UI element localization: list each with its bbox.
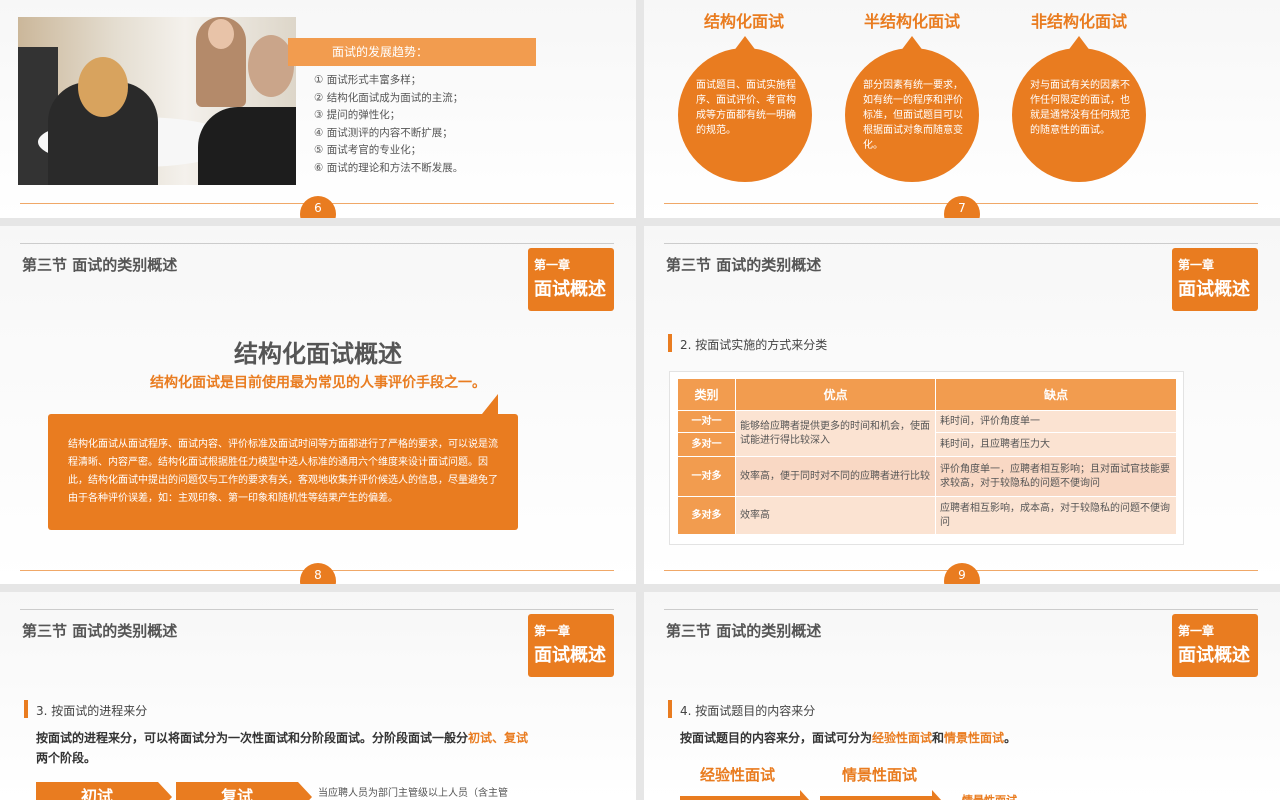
trend-list: ① 面试形式丰富多样； ② 结构化面试成为面试的主流； ③ 提问的弹性化； ④ … (314, 72, 463, 178)
chapter-number: 第一章 (534, 624, 571, 638)
chapter-name: 面试概述 (534, 645, 606, 666)
list-item: ⑥ 面试的理论和方法不断发展。 (314, 161, 464, 174)
row-pros: 效率高 (735, 496, 936, 535)
slide-9[interactable]: 第三节 面试的类别概述 第一章 面试概述 2. 按面试实施的方式来分类 类别 优… (644, 226, 1280, 584)
column-header: 优点 (735, 378, 936, 411)
row-category: 一对多 (677, 456, 736, 497)
chapter-number: 第一章 (1178, 624, 1215, 638)
page-number: 9 (944, 563, 980, 584)
experience-arrow (680, 790, 810, 800)
subsection-heading: 4. 按面试题目的内容来分 (668, 700, 815, 719)
header-divider (664, 609, 1258, 610)
column-header: 类别 (677, 378, 736, 411)
row-cons: 应聘者相互影响，成本高，对于较隐私的问题不便询问 (935, 496, 1177, 535)
slide-11[interactable]: 第三节 面试的类别概述 第一章 面试概述 4. 按面试题目的内容来分 按面试题目… (644, 592, 1280, 800)
situational-detail-heading: 情景性面试 (962, 792, 1017, 800)
row-cons: 耗时间，且应聘者压力大 (935, 432, 1177, 457)
table-row: 一对多 效率高，便于同时对不同的应聘者进行比较 评价角度单一，应聘者相互影响；且… (677, 456, 1177, 497)
comparison-table: 类别 优点 缺点 一对一 能够给应聘者提供更多的时间和机会，使面试能进行得比较深… (677, 378, 1177, 535)
bubble-semi: 部分因素有统一要求，如有统一的程序和评价标准，但面试题目可以根据面试对象而随意变… (845, 36, 979, 182)
bubble-unstructured: 对与面试有关的因素不作任何限定的面试，也就是通常没有任何规范的随意性的面试。 (1012, 36, 1146, 182)
section-title: 第三节 面试的类别概述 (666, 622, 822, 640)
list-item: ⑤ 面试考官的专业化； (314, 144, 422, 157)
slide-subtitle: 结构化面试是目前使用最为常见的人事评价手段之一。 (150, 375, 486, 391)
list-item: ② 结构化面试成为面试的主流； (314, 91, 464, 104)
chapter-badge: 第一章 面试概述 (1172, 248, 1258, 311)
list-item: ① 面试形式丰富多样； (314, 74, 422, 86)
bubble-title-semi: 半结构化面试 (864, 12, 961, 31)
bubble-title-unstructured: 非结构化面试 (1031, 12, 1128, 31)
section-title: 第三节 面试的类别概述 (22, 256, 178, 274)
chapter-number: 第一章 (1178, 258, 1215, 272)
row-category: 一对一 (677, 410, 736, 433)
row-pros: 效率高，便于同时对不同的应聘者进行比较 (735, 456, 936, 497)
situational-interview-label: 情景性面试 (842, 766, 918, 784)
list-item: ③ 提问的弹性化； (314, 109, 401, 122)
chapter-badge: 第一章 面试概述 (1172, 614, 1258, 677)
row-cons: 评价角度单一，应聘者相互影响；且对面试官技能要求较高，对于较隐私的问题不便询问 (935, 456, 1177, 497)
row-pros: 能够给应聘者提供更多的时间和机会，使面试能进行得比较深入 (735, 410, 936, 457)
situational-arrow (820, 790, 942, 800)
list-item: ④ 面试测评的内容不断扩展； (314, 126, 453, 139)
row-category: 多对一 (677, 432, 736, 457)
slide-title: 结构化面试概述 (234, 340, 402, 368)
body-paragraph: 按面试题目的内容来分，面试可分为经验性面试和情景性面试。 (680, 731, 1017, 745)
chapter-name: 面试概述 (1178, 279, 1250, 300)
bubble-structured: 面试题目、面试实施程序、面试评价、考官构成等方面都有统一明确的规范。 (678, 36, 812, 182)
table-row: 多对多 效率高 应聘者相互影响，成本高，对于较隐私的问题不便询问 (677, 496, 1177, 535)
page-number: 6 (300, 196, 336, 218)
page-number: 8 (300, 563, 336, 584)
stage-initial-box: 初试 (36, 782, 172, 800)
slide-8[interactable]: 第三节 面试的类别概述 第一章 面试概述 结构化面试概述 结构化面试是目前使用最… (0, 226, 636, 584)
stage-note: 当应聘人员为部门主管级以上人员（含主管 (318, 788, 508, 799)
body-paragraph: 按面试的进程来分，可以将面试分为一次性面试和分阶段面试。分阶段面试一般分初试、复… (36, 731, 529, 765)
header-divider (20, 243, 614, 244)
chapter-badge: 第一章 面试概述 (528, 248, 614, 311)
row-category: 多对多 (677, 496, 736, 535)
slide-10[interactable]: 第三节 面试的类别概述 第一章 面试概述 3. 按面试的进程来分 按面试的进程来… (0, 592, 636, 800)
section-title: 第三节 面试的类别概述 (666, 256, 822, 274)
row-cons: 耗时间，评价角度单一 (935, 410, 1177, 433)
chapter-name: 面试概述 (1178, 645, 1250, 666)
stage-second-box: 复试 (176, 782, 312, 800)
bubble-title-structured: 结构化面试 (704, 12, 785, 31)
header-divider (664, 243, 1258, 244)
chapter-name: 面试概述 (534, 279, 606, 300)
page-number: 7 (944, 196, 980, 218)
section-title: 第三节 面试的类别概述 (22, 622, 178, 640)
comparison-table-wrapper: 类别 优点 缺点 一对一 能够给应聘者提供更多的时间和机会，使面试能进行得比较深… (669, 371, 1184, 545)
slide-7[interactable]: 结构化面试 面试题目、面试实施程序、面试评价、考官构成等方面都有统一明确的规范。… (644, 0, 1280, 218)
column-header: 缺点 (935, 378, 1177, 411)
subsection-heading: 3. 按面试的进程来分 (24, 700, 147, 719)
chapter-number: 第一章 (534, 258, 571, 272)
subsection-heading: 2. 按面试实施的方式来分类 (668, 334, 827, 353)
description-box: 结构化面试从面试程序、面试内容、评价标准及面试时间等方面都进行了严格的要求，可以… (48, 394, 518, 530)
table-row: 一对一 能够给应聘者提供更多的时间和机会，使面试能进行得比较深入 耗时间，评价角… (677, 410, 1177, 457)
trend-title: 面试的发展趋势： (288, 38, 536, 66)
interview-photo (18, 17, 296, 185)
slide-6[interactable]: 面试的发展趋势： ① 面试形式丰富多样； ② 结构化面试成为面试的主流； ③ 提… (0, 0, 636, 218)
experience-interview-label: 经验性面试 (700, 766, 776, 784)
chapter-badge: 第一章 面试概述 (528, 614, 614, 677)
header-divider (20, 609, 614, 610)
